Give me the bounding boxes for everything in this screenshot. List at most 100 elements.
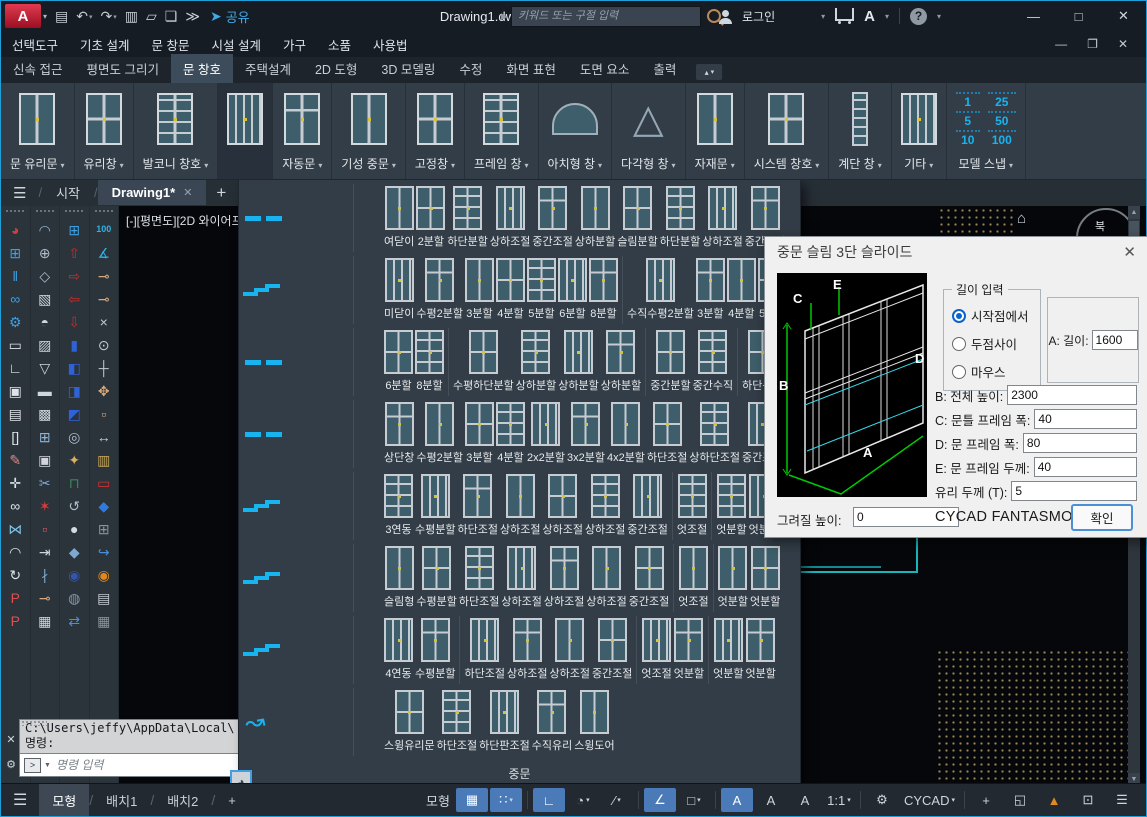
ole-panel-icon[interactable]: ▦ — [32, 609, 58, 632]
column-dim-icon[interactable]: ‖ — [2, 264, 28, 287]
red-frame-icon[interactable]: ▭ — [91, 471, 117, 494]
plot-icon[interactable]: ▥ — [121, 8, 142, 25]
ribbon-collapse-button[interactable]: ▴▾ — [696, 64, 722, 80]
layout-tab-2[interactable]: 배치2 — [154, 784, 211, 816]
menu-item-4[interactable]: 가구 — [272, 35, 317, 54]
ribbon-tab-1[interactable]: 평면도 그리기 — [74, 54, 170, 83]
palette-item[interactable]: 2x2분할 — [526, 400, 566, 468]
print-icon[interactable]: ▦ — [91, 609, 117, 632]
palette-item[interactable]: 수평하단분할 — [452, 328, 515, 396]
hatch-icon[interactable]: ▤ — [2, 402, 28, 425]
ribbon-panel-6[interactable]: 고정창▾ — [406, 83, 465, 179]
slab-icon[interactable]: ▬ — [32, 379, 58, 402]
command-wrench-icon[interactable]: ⚙ — [6, 758, 16, 771]
palette-item[interactable]: 하단판조절 — [478, 688, 531, 756]
palette-item[interactable]: 스윙도어 — [573, 688, 615, 756]
polar-tracking-button[interactable]: ◔▾ — [567, 788, 599, 812]
category-icon[interactable]: ↝ — [239, 688, 354, 756]
workspace-button[interactable]: CYCAD▾ — [900, 788, 959, 812]
graphics-performance-button[interactable]: ▲ — [1038, 788, 1070, 812]
osnap-button[interactable]: □▾ — [678, 788, 710, 812]
scale-100-icon[interactable]: 100 — [91, 218, 117, 241]
ribbon-panel-7[interactable]: 프레임 창▾ — [465, 83, 539, 179]
palette-item[interactable]: 4연동 — [383, 616, 414, 684]
ribbon-tab-9[interactable]: 출력 — [641, 54, 688, 83]
palette-item[interactable]: 중간조절 — [531, 184, 573, 252]
blue-cube-icon[interactable]: ◆ — [91, 494, 117, 517]
explode-icon[interactable]: ✶ — [32, 494, 58, 517]
doc-restore-button[interactable]: ❐ — [1087, 37, 1098, 51]
menu-item-0[interactable]: 선택도구 — [1, 35, 69, 54]
redo-icon[interactable]: ↷ — [97, 8, 121, 25]
toolbar-grip[interactable] — [95, 210, 113, 216]
isodraft-button[interactable]: ∕▾ — [601, 788, 633, 812]
ok-button[interactable]: 확인 — [1071, 504, 1133, 531]
field-input-1[interactable] — [1034, 409, 1137, 429]
swap-block-icon[interactable]: ⇄ — [61, 609, 87, 632]
scale-button[interactable]: 1:1▾ — [823, 788, 855, 812]
undo-icon[interactable]: ↶ — [72, 8, 96, 25]
palette-item[interactable]: 상하분할 — [515, 328, 557, 396]
stretch-down-icon[interactable]: ⇩ — [61, 310, 87, 333]
door-a-icon[interactable]: ◧ — [61, 356, 87, 379]
field-input-4[interactable] — [1011, 481, 1137, 501]
help-icon[interactable]: ? — [910, 8, 927, 25]
category-icon[interactable] — [239, 328, 354, 396]
radio-1[interactable]: 두점사이 — [952, 334, 1040, 353]
ribbon-panel-9[interactable]: △다각형 창▾ — [612, 83, 686, 179]
doc-minimize-button[interactable]: — — [1055, 37, 1067, 51]
account-dropdown-icon[interactable]: ▾ — [821, 12, 825, 21]
extrude-icon[interactable]: ▧ — [32, 287, 58, 310]
cross-icon[interactable]: × — [91, 310, 117, 333]
radio-2[interactable]: 마우스 — [952, 362, 1040, 381]
copy-icon[interactable]: ▣ — [32, 448, 58, 471]
command-grip[interactable] — [21, 720, 47, 726]
palette-item[interactable]: 슬림형 — [383, 544, 415, 612]
ribbon-panel-11[interactable]: 시스템 창호▾ — [745, 83, 830, 179]
palette-item[interactable]: 하단조절 — [463, 616, 505, 684]
sphere-icon[interactable]: ● — [61, 517, 87, 540]
viewcube-home-icon[interactable]: ⌂ — [1017, 210, 1026, 227]
palette-item[interactable]: 3x2분할 — [566, 400, 606, 468]
orbit-icon[interactable]: ↺ — [61, 494, 87, 517]
fillet-icon[interactable]: ◠ — [2, 540, 28, 563]
ruler-icon[interactable]: ▥ — [91, 448, 117, 471]
palette-item[interactable]: 수평분할 — [414, 472, 456, 540]
cam-orange-icon[interactable]: ◉ — [91, 563, 117, 586]
palette-item[interactable]: 중간조절 — [626, 472, 668, 540]
palette-item[interactable]: 하단조절 — [458, 544, 500, 612]
ribbon-tab-3[interactable]: 주택설계 — [233, 54, 303, 83]
dim-line-icon[interactable]: ↔ — [91, 425, 117, 448]
palette-item[interactable]: 상하분할 — [600, 328, 642, 396]
ribbon-tab-6[interactable]: 수정 — [447, 54, 494, 83]
palette-item[interactable]: 여닫이 — [383, 184, 415, 252]
snap-value-1[interactable]: 25 — [988, 92, 1016, 109]
palette-item[interactable]: 스윙유리문 — [383, 688, 436, 756]
segment2-icon[interactable]: ⊸ — [91, 287, 117, 310]
palette-item[interactable]: 상하조절 — [585, 544, 627, 612]
palette-item[interactable]: 6분할 — [383, 328, 414, 396]
align-icon[interactable]: ⇥ — [32, 540, 58, 563]
overflow-icon[interactable]: ≫ — [181, 8, 204, 25]
circle-center-icon[interactable]: ⊕ — [32, 241, 58, 264]
annotation-visibility-button[interactable]: A — [721, 788, 753, 812]
palette-item[interactable]: 5분할 — [526, 256, 557, 324]
toolbar-grip[interactable] — [6, 210, 24, 216]
app-dropdown-icon[interactable]: ▾ — [43, 12, 47, 21]
snap-mode-button[interactable]: ∷▾ — [490, 788, 522, 812]
palette-item[interactable]: 상하조절 — [500, 544, 542, 612]
customize-button[interactable]: ☰ — [1106, 788, 1138, 812]
palette-item[interactable]: 엇분할 — [717, 544, 749, 612]
palette-item[interactable]: 엇분할 — [745, 616, 777, 684]
palette-item[interactable]: 중간조절 — [591, 616, 633, 684]
cart-icon[interactable] — [835, 8, 854, 21]
app-store-icon[interactable]: A — [864, 8, 875, 25]
scroll-up-icon[interactable]: ▲ — [1128, 206, 1140, 219]
layout-tab-0[interactable]: 모형 — [39, 784, 89, 816]
palette-item[interactable]: 상하조절 — [489, 184, 531, 252]
palette-item[interactable]: 3연동 — [383, 472, 414, 540]
app-logo[interactable]: A — [5, 4, 41, 28]
menu-item-1[interactable]: 기초 설계 — [69, 35, 140, 54]
grid-display-button[interactable]: ▦ — [456, 788, 488, 812]
palette-item[interactable]: 엇분할 — [673, 616, 705, 684]
